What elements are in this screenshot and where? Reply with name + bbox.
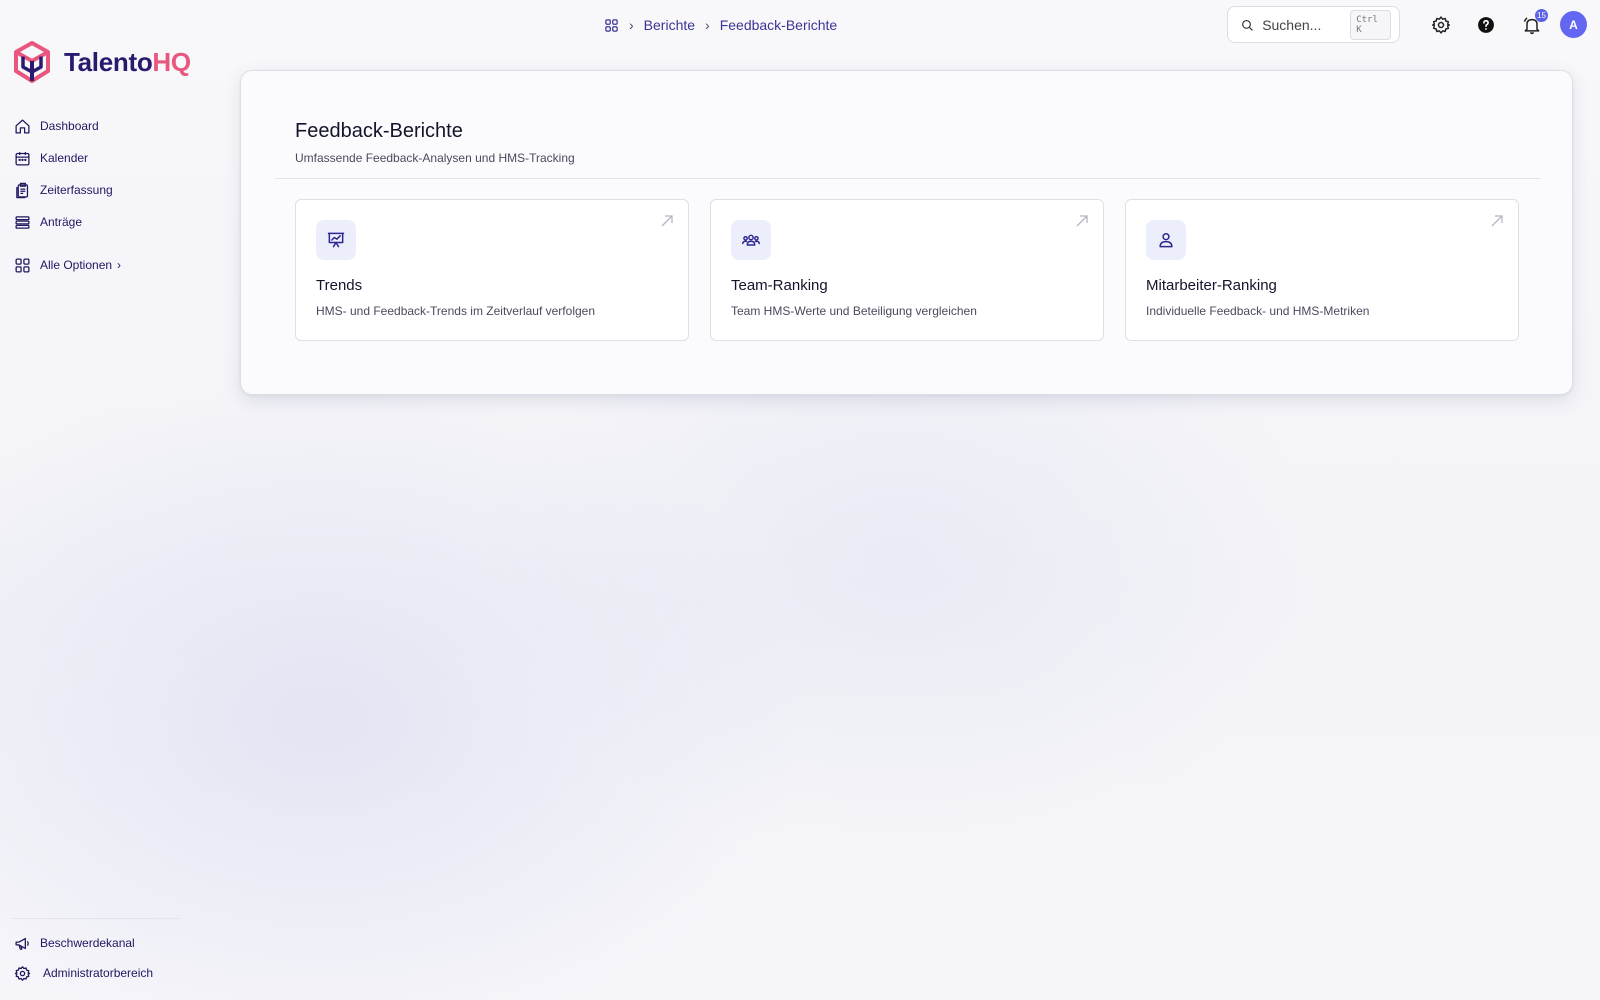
- sidebar-item-beschwerdekanal[interactable]: Beschwerdekanal: [14, 928, 214, 958]
- sidebar-item-dashboard[interactable]: Dashboard: [14, 110, 214, 142]
- presentation-chart-icon: [327, 232, 345, 248]
- sidebar-item-administratorbereich[interactable]: Administratorbereich: [14, 958, 214, 988]
- sidebar: TalentoHQ Dashboard Kalender Zeiterfassu…: [0, 0, 220, 1000]
- report-tiles: Trends HMS- und Feedback-Trends im Zeitv…: [295, 199, 1519, 341]
- chevron-right-icon: ›: [705, 17, 710, 33]
- settings-button[interactable]: [1429, 13, 1453, 37]
- reports-card: Feedback-Berichte Umfassende Feedback-An…: [240, 70, 1573, 395]
- calendar-icon: [15, 151, 30, 166]
- arrow-up-right-icon: [1076, 215, 1088, 227]
- grid-icon: [15, 257, 30, 273]
- chevron-right-icon: ›: [629, 17, 634, 33]
- header-divider: [275, 178, 1540, 179]
- search-input[interactable]: [1262, 16, 1343, 33]
- help-button[interactable]: [1474, 13, 1498, 37]
- tile-title: Trends: [316, 277, 363, 294]
- notification-count-badge: 15: [1535, 9, 1548, 22]
- logo[interactable]: TalentoHQ: [12, 40, 191, 84]
- sidebar-item-label: Administratorbereich: [43, 966, 154, 980]
- sidebar-divider: [12, 918, 180, 919]
- sidebar-item-label: Alle Optionen: [40, 258, 113, 272]
- tile-icon-wrapper: [731, 220, 771, 260]
- sidebar-item-label: Dashboard: [40, 119, 99, 133]
- tile-title: Mitarbeiter-Ranking: [1146, 277, 1277, 294]
- chevron-right-icon: ›: [117, 258, 122, 272]
- tile-title: Team-Ranking: [731, 277, 828, 294]
- page-subtitle: Umfassende Feedback-Analysen und HMS-Tra…: [295, 151, 575, 165]
- user-icon: [1159, 233, 1173, 248]
- search-icon: [1242, 19, 1253, 31]
- search-shortcut: Ctrl K: [1350, 9, 1391, 40]
- arrow-up-right-icon: [661, 215, 673, 227]
- sidebar-item-label: Kalender: [40, 151, 89, 165]
- help-circle-icon: [1478, 17, 1494, 33]
- arrow-up-right-icon: [1491, 215, 1503, 227]
- breadcrumb-item-current: Feedback-Berichte: [719, 17, 838, 33]
- avatar[interactable]: A: [1560, 11, 1587, 38]
- users-group-icon: [741, 234, 761, 246]
- clipboard-icon: [16, 182, 29, 198]
- sidebar-item-label: Zeiterfassung: [40, 183, 113, 197]
- bottom-nav: Beschwerdekanal Administratorbereich: [14, 928, 214, 988]
- search-box[interactable]: Ctrl K: [1227, 6, 1400, 43]
- sidebar-item-kalender[interactable]: Kalender: [14, 142, 214, 174]
- home-icon: [15, 118, 30, 134]
- tile-description: Team HMS-Werte und Beteiligung vergleich…: [731, 304, 977, 318]
- breadcrumb: › Berichte › Feedback-Berichte: [604, 14, 837, 36]
- sidebar-item-label: Beschwerdekanal: [40, 936, 135, 950]
- notifications-button[interactable]: 15: [1520, 9, 1548, 37]
- sidebar-item-alle-optionen[interactable]: Alle Optionen ›: [14, 249, 214, 281]
- gear-icon: [1431, 16, 1451, 34]
- cube-logo-icon: [14, 41, 50, 83]
- brand-name: TalentoHQ: [64, 46, 191, 77]
- page-title: Feedback-Berichte: [295, 120, 463, 142]
- grid-icon[interactable]: [604, 18, 619, 33]
- tile-mitarbeiter-ranking[interactable]: Mitarbeiter-Ranking Individuelle Feedbac…: [1125, 199, 1519, 341]
- tile-icon-wrapper: [316, 220, 356, 260]
- sidebar-item-zeiterfassung[interactable]: Zeiterfassung: [14, 174, 214, 206]
- breadcrumb-item-berichte[interactable]: Berichte: [644, 17, 695, 33]
- gear-icon: [14, 965, 31, 981]
- megaphone-icon: [15, 937, 29, 950]
- sidebar-item-antraege[interactable]: Anträge: [14, 206, 214, 238]
- tile-icon-wrapper: [1146, 220, 1186, 260]
- sidebar-item-label: Anträge: [40, 215, 83, 229]
- main-nav: Dashboard Kalender Zeiterfassung Anträge…: [14, 110, 214, 281]
- tile-description: Individuelle Feedback- und HMS-Metriken: [1146, 304, 1370, 318]
- tile-description: HMS- und Feedback-Trends im Zeitverlauf …: [316, 304, 595, 318]
- tile-team-ranking[interactable]: Team-Ranking Team HMS-Werte und Beteilig…: [710, 199, 1104, 341]
- tile-trends[interactable]: Trends HMS- und Feedback-Trends im Zeitv…: [295, 199, 689, 341]
- stack-icon: [15, 215, 30, 229]
